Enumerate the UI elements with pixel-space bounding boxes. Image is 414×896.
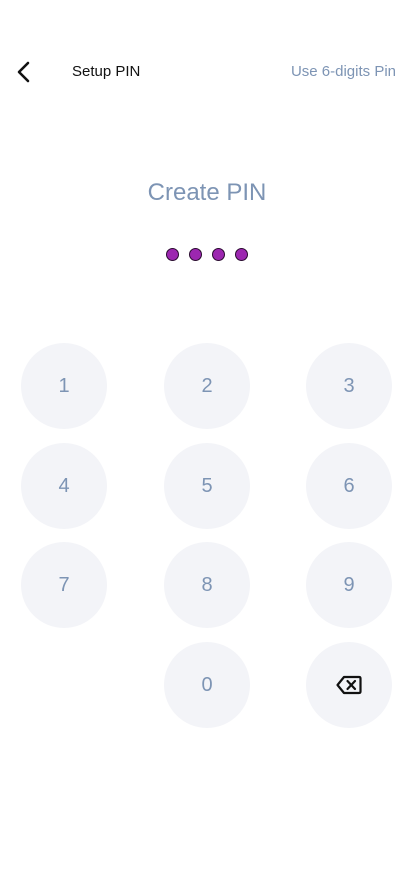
key-1[interactable]: 1 <box>21 343 107 429</box>
key-9[interactable]: 9 <box>306 542 392 628</box>
pin-indicator <box>0 248 414 261</box>
key-3[interactable]: 3 <box>306 343 392 429</box>
page-title: Setup PIN <box>72 63 141 80</box>
key-8[interactable]: 8 <box>164 542 250 628</box>
backspace-icon <box>336 675 362 695</box>
back-button[interactable] <box>10 58 38 86</box>
key-6[interactable]: 6 <box>306 443 392 529</box>
pin-dot <box>166 248 179 261</box>
pin-dot <box>212 248 225 261</box>
key-0[interactable]: 0 <box>164 642 250 728</box>
pin-dot <box>235 248 248 261</box>
pin-dot <box>189 248 202 261</box>
app-header: Setup PIN Use 6-digits Pin <box>0 52 414 92</box>
create-pin-heading: Create PIN <box>147 179 267 206</box>
chevron-left-icon <box>17 61 30 83</box>
key-4[interactable]: 4 <box>21 443 107 529</box>
key-2[interactable]: 2 <box>164 343 250 429</box>
backspace-button[interactable] <box>306 642 392 728</box>
use-6-digit-pin-link[interactable]: Use 6-digits Pin <box>291 63 396 81</box>
key-7[interactable]: 7 <box>21 542 107 628</box>
key-5[interactable]: 5 <box>164 443 250 529</box>
